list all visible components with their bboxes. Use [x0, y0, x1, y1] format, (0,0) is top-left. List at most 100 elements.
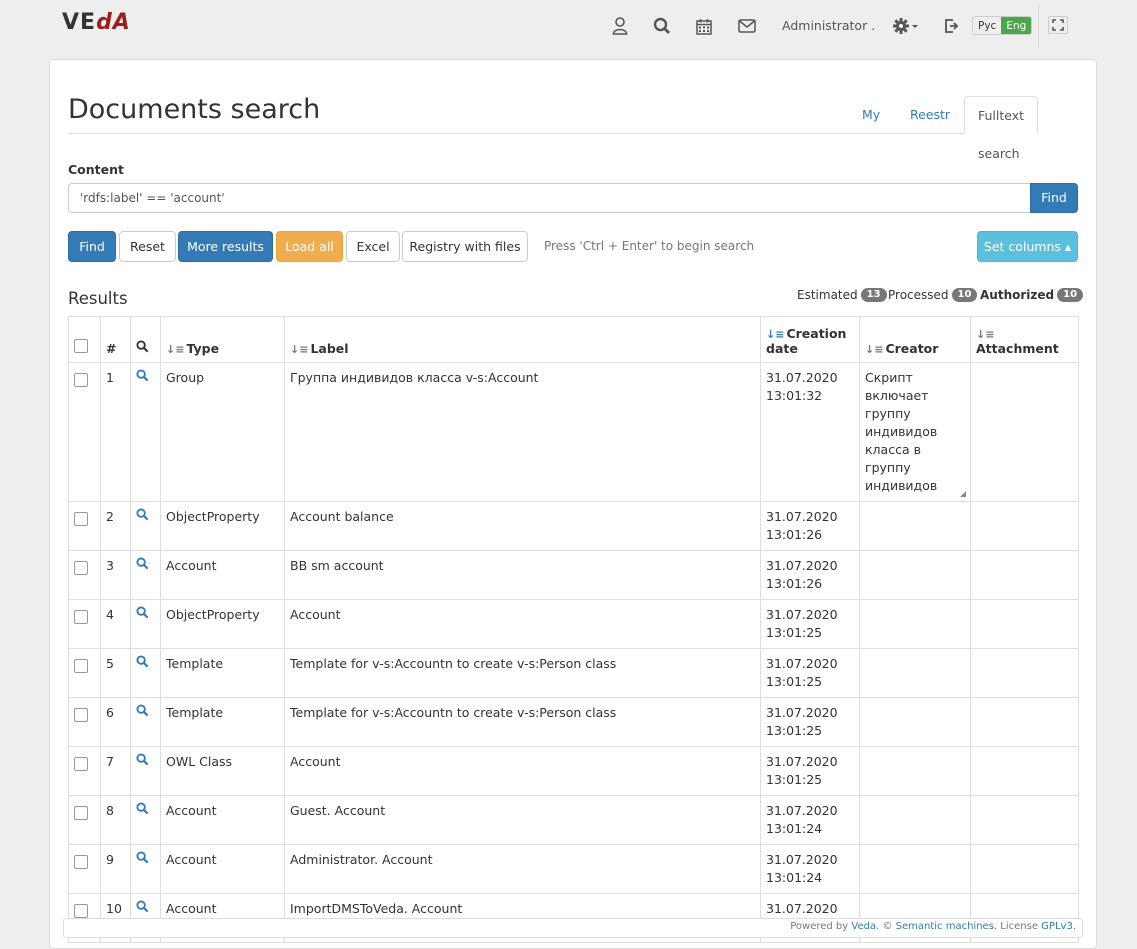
- gear-icon[interactable]: [892, 16, 920, 36]
- row-open-cell: [130, 648, 161, 698]
- lang-ru-button[interactable]: Рус: [973, 17, 1001, 34]
- fullscreen-icon[interactable]: [1048, 16, 1068, 34]
- search-icon[interactable]: [136, 900, 149, 913]
- search-icon[interactable]: [652, 16, 672, 36]
- estimated-counter: Estimated 13: [797, 288, 887, 302]
- authorized-counter: Authorized 10: [980, 288, 1084, 302]
- row-date: 31.07.2020: [766, 803, 838, 818]
- row-label: Administrator. Account: [284, 844, 761, 894]
- tab-my[interactable]: My: [862, 96, 880, 134]
- col-open: [130, 316, 161, 363]
- row-checkbox[interactable]: [74, 659, 88, 673]
- footer-veda-link[interactable]: Veda: [851, 921, 876, 932]
- sort-icon[interactable]: ↓≡: [290, 343, 308, 356]
- row-label: Template for v-s:Accountn to create v-s:…: [284, 648, 761, 698]
- row-checkbox[interactable]: [74, 610, 88, 624]
- row-creator: Скрипт включает группу индивидов класса …: [859, 362, 971, 502]
- table-row[interactable]: 5 Template Template for v-s:Accountn to cr…: [68, 648, 1079, 698]
- row-checkbox[interactable]: [74, 373, 88, 387]
- navbar: VEdA Administrator . Рус Eng: [0, 0, 1137, 52]
- row-creator: [859, 697, 971, 747]
- row-checkbox[interactable]: [74, 512, 88, 526]
- row-select-cell: [68, 844, 101, 894]
- row-type: OWL Class: [160, 746, 285, 796]
- table-row[interactable]: 8 Account Guest. Account 31.07.2020 13:01:24: [68, 795, 1079, 845]
- search-icon[interactable]: [136, 655, 149, 668]
- row-creation-date: 31.07.2020 13:01:24: [760, 795, 860, 845]
- sort-icon[interactable]: ↓≡: [166, 343, 184, 356]
- table-row[interactable]: 4 ObjectProperty Account 31.07.2020 13:01:25: [68, 599, 1079, 649]
- col-label[interactable]: ↓≡ Label: [284, 316, 761, 363]
- excel-button[interactable]: Excel: [346, 231, 400, 262]
- results-table: # ↓≡ Type ↓≡ Label ↓≡ Creation date ↓≡ Creato…: [68, 316, 1079, 943]
- search-icon[interactable]: [136, 508, 149, 521]
- row-checkbox[interactable]: [74, 708, 88, 722]
- table-row[interactable]: 7 OWL Class Account 31.07.2020 13:01:25: [68, 746, 1079, 796]
- sort-icon[interactable]: ↓≡: [865, 343, 883, 356]
- row-attachment: [970, 362, 1079, 502]
- row-date: 31.07.2020: [766, 558, 838, 573]
- row-attachment: [970, 648, 1079, 698]
- row-num: 8: [100, 795, 131, 845]
- resize-handle-icon[interactable]: [960, 491, 966, 497]
- sort-desc-icon[interactable]: ↓≡: [766, 328, 784, 341]
- col-creation-date[interactable]: ↓≡ Creation date: [760, 316, 860, 363]
- row-date: 31.07.2020: [766, 705, 838, 720]
- load-all-button[interactable]: Load all: [276, 231, 343, 262]
- row-checkbox[interactable]: [74, 806, 88, 820]
- query-find-button[interactable]: Find: [1030, 183, 1078, 213]
- envelope-icon[interactable]: [737, 16, 757, 36]
- query-input[interactable]: [68, 183, 1031, 213]
- logout-icon[interactable]: [942, 16, 962, 36]
- user-name[interactable]: Administrator .: [782, 18, 875, 33]
- content-label: Content: [68, 162, 124, 177]
- footer-company-link[interactable]: Semantic machines: [896, 921, 994, 932]
- row-checkbox[interactable]: [74, 904, 88, 918]
- table-row[interactable]: 3 Account BB sm account 31.07.2020 13:01:26: [68, 550, 1079, 600]
- row-time: 13:01:25: [766, 625, 823, 640]
- row-date: 31.07.2020: [766, 509, 838, 524]
- set-columns-button[interactable]: Set columns ▴: [977, 231, 1078, 262]
- veda-logo[interactable]: VEdA: [62, 10, 131, 35]
- table-row[interactable]: 9 Account Administrator. Account 31.07.2020…: [68, 844, 1079, 894]
- row-type: Account: [160, 844, 285, 894]
- search-icon[interactable]: [136, 851, 149, 864]
- col-attachment[interactable]: ↓≡Attachment: [970, 316, 1079, 363]
- table-row[interactable]: 2 ObjectProperty Account balance 31.07.2020…: [68, 501, 1079, 551]
- tab-fulltext-search[interactable]: Fulltext search: [964, 96, 1039, 161]
- reset-button[interactable]: Reset: [119, 231, 176, 262]
- col-type[interactable]: ↓≡ Type: [160, 316, 285, 363]
- table-row[interactable]: 1 Group Группа индивидов класса v-s:Accoun…: [68, 362, 1079, 502]
- row-select-cell: [68, 746, 101, 796]
- col-creator[interactable]: ↓≡ Creator: [859, 316, 971, 363]
- calendar-icon[interactable]: [694, 16, 714, 36]
- more-results-button[interactable]: More results: [178, 231, 273, 262]
- row-checkbox[interactable]: [74, 757, 88, 771]
- row-creation-date: 31.07.2020 13:01:25: [760, 697, 860, 747]
- row-time: 13:01:25: [766, 723, 823, 738]
- search-icon[interactable]: [136, 802, 149, 815]
- row-type: Template: [160, 697, 285, 747]
- search-icon[interactable]: [136, 753, 149, 766]
- tab-reestr[interactable]: Reestr: [910, 96, 950, 134]
- footer-gpl-link[interactable]: GPLv3: [1041, 921, 1073, 932]
- row-checkbox[interactable]: [74, 855, 88, 869]
- row-creator: [859, 599, 971, 649]
- processed-badge: 10: [951, 288, 978, 302]
- lang-en-button[interactable]: Eng: [1001, 17, 1032, 34]
- row-attachment: [970, 746, 1079, 796]
- search-icon: [136, 340, 149, 353]
- select-all-checkbox[interactable]: [74, 339, 88, 353]
- sort-icon[interactable]: ↓≡: [976, 328, 994, 341]
- registry-with-files-button[interactable]: Registry with files: [402, 231, 528, 262]
- row-time: 13:01:25: [766, 772, 823, 787]
- search-icon[interactable]: [136, 557, 149, 570]
- row-creator: [859, 501, 971, 551]
- search-icon[interactable]: [136, 704, 149, 717]
- search-icon[interactable]: [136, 606, 149, 619]
- search-icon[interactable]: [136, 369, 149, 382]
- user-icon[interactable]: [610, 16, 630, 36]
- find-button[interactable]: Find: [68, 231, 116, 262]
- row-checkbox[interactable]: [74, 561, 88, 575]
- table-row[interactable]: 6 Template Template for v-s:Accountn to cr…: [68, 697, 1079, 747]
